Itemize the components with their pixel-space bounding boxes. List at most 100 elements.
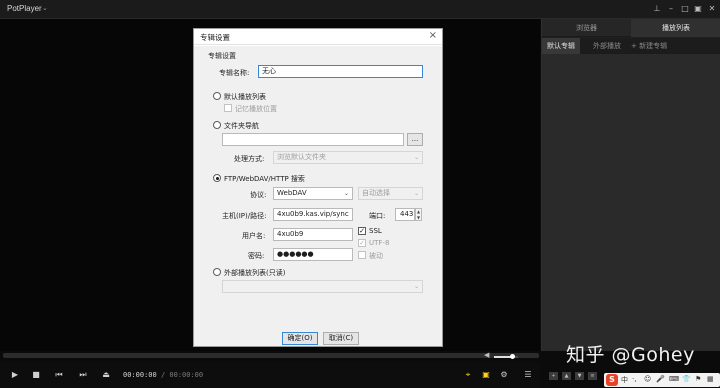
chevron-down-icon: ⌄ [413, 190, 419, 197]
encoding-select[interactable]: 自动选择 ⌄ [358, 187, 423, 200]
restore-icon[interactable]: □ [679, 3, 691, 15]
ime-language[interactable]: 中 [621, 375, 628, 385]
ime-grid-icon[interactable]: ▦ [707, 375, 714, 383]
protocol-label: 协议: [250, 191, 267, 199]
pin-icon[interactable]: ⊥ [651, 3, 663, 15]
minimize-icon[interactable]: – [665, 3, 677, 15]
album-settings-dialog: 专辑设置 × 专辑设置 专辑名称: 无心 默认播放列表 记忆播放位置 文件夹导航… [193, 28, 443, 347]
time-current: 00:00:00 [123, 371, 157, 379]
port-spinner[interactable]: ▲ ▼ [415, 208, 422, 221]
external-list-radio[interactable] [213, 268, 221, 276]
protocol-select-value: WebDAV [277, 189, 307, 197]
control-bar: ▶ ■ ⏮ ⏭ ⏏ 00:00:00 / 00:00:00 ⌖ ▣ ⚙ ☰ [0, 362, 540, 388]
folder-nav-radio[interactable] [213, 121, 221, 129]
tab-playlist[interactable]: 播放列表 [631, 19, 720, 37]
playlist-up-icon[interactable]: ▲ [562, 372, 571, 380]
title-bar: PotPlayer ⌄ ⊥ – □ ▣ ✕ [0, 0, 720, 19]
settings-gear-icon[interactable]: ⚙ [499, 370, 509, 380]
passive-checkbox[interactable] [358, 251, 366, 259]
chevron-down-icon: ⌄ [343, 190, 349, 197]
default-list-radio[interactable] [213, 92, 221, 100]
cancel-button[interactable]: 取消(C) [323, 332, 359, 345]
dialog-title-bar: 专辑设置 × [194, 29, 442, 45]
album-tab-external[interactable]: 外部播放 [588, 38, 626, 54]
ime-skin-icon[interactable]: 👕 [682, 375, 691, 383]
close-icon[interactable]: ✕ [706, 3, 718, 15]
port-input[interactable]: 443 [395, 208, 415, 221]
folder-path-input[interactable] [222, 133, 404, 146]
password-label: 密码: [248, 252, 265, 260]
chevron-down-icon: ⌄ [413, 154, 419, 161]
seek-bar[interactable] [3, 353, 539, 358]
ime-toolbar: S 中 ·, ☺ 🎤 ⌨ 👕 ⚑ ▦ [604, 373, 720, 387]
password-input[interactable]: ●●●●●● [273, 248, 353, 261]
album-tab-default[interactable]: 默认专辑 [542, 38, 580, 54]
new-album-button[interactable]: + 新建专辑 [626, 38, 672, 54]
volume-knob[interactable] [509, 354, 515, 359]
folder-nav-label: 文件夹导航 [224, 122, 259, 130]
ssl-checkbox[interactable]: ✓ [358, 227, 366, 235]
subtitle-toggle-icon[interactable]: ▣ [481, 370, 491, 380]
utf8-label: UTF-8 [369, 239, 390, 247]
volume-icon[interactable]: ◀ [484, 351, 489, 359]
fullscreen-icon[interactable]: ▣ [692, 3, 704, 15]
capture-icon[interactable]: ⌖ [463, 370, 473, 380]
external-list-select[interactable]: ⌄ [222, 280, 423, 293]
process-select-value: 浏览默认文件夹 [277, 153, 326, 161]
ime-punctuation-icon[interactable]: ·, [632, 375, 636, 383]
passive-label: 被动 [369, 252, 383, 260]
next-icon[interactable]: ⏭ [78, 370, 88, 380]
album-tabs: 默认专辑 外部播放 + 新建专辑 [542, 38, 720, 54]
playlist-panel: 浏览器 播放列表 默认专辑 外部播放 + 新建专辑 [541, 19, 720, 351]
ime-voice-icon[interactable]: 🎤 [656, 375, 665, 383]
time-separator: / [160, 371, 166, 379]
external-list-label: 外部播放列表(只读) [224, 269, 286, 277]
process-label: 处理方式: [234, 155, 265, 163]
tab-browser[interactable]: 浏览器 [542, 19, 631, 37]
utf8-checkbox[interactable]: ✓ [358, 239, 366, 247]
user-label: 用户名: [242, 232, 266, 240]
playlist-area[interactable] [542, 54, 720, 351]
ime-emoji-icon[interactable]: ☺ [644, 375, 651, 383]
port-label: 端口: [369, 212, 386, 220]
menu-icon[interactable]: ☰ [523, 370, 533, 380]
spin-down-icon[interactable]: ▼ [416, 215, 421, 221]
album-name-label: 专辑名称: [219, 69, 250, 77]
dialog-close-icon[interactable]: × [429, 30, 437, 41]
host-label: 主机(IP)/路径: [222, 212, 267, 220]
play-icon[interactable]: ▶ [10, 370, 20, 380]
ime-logo[interactable]: S [606, 374, 618, 386]
section-label: 专辑设置 [208, 52, 236, 60]
ime-keyboard-icon[interactable]: ⌨ [669, 375, 679, 383]
remember-pos-checkbox[interactable] [224, 104, 232, 112]
previous-icon[interactable]: ⏮ [54, 370, 64, 380]
volume-slider[interactable] [494, 354, 518, 359]
time-total: 00:00:00 [169, 371, 204, 379]
panel-tabs: 浏览器 播放列表 [542, 19, 720, 37]
eject-icon[interactable]: ⏏ [101, 370, 111, 380]
host-input[interactable]: 4xu0b9.kas.vip/sync [273, 208, 353, 221]
ftp-label: FTP/WebDAV/HTTP 搜索 [224, 175, 305, 183]
user-input[interactable]: 4xu0b9 [273, 228, 353, 241]
ftp-radio[interactable] [213, 174, 221, 182]
ssl-label: SSL [369, 227, 382, 235]
playlist-add-icon[interactable]: + [549, 372, 558, 380]
browse-button[interactable]: ... [407, 133, 423, 146]
app-menu-chevron-icon[interactable]: ⌄ [42, 4, 48, 12]
protocol-select[interactable]: WebDAV ⌄ [273, 187, 353, 200]
ime-flag-icon[interactable]: ⚑ [695, 375, 701, 383]
dialog-body: 专辑设置 专辑名称: 无心 默认播放列表 记忆播放位置 文件夹导航 ... 处理… [194, 46, 442, 346]
chevron-down-icon: ⌄ [413, 283, 419, 290]
ok-button[interactable]: 确定(O) [282, 332, 318, 345]
album-name-input[interactable]: 无心 [258, 65, 423, 78]
remember-pos-label: 记忆播放位置 [235, 105, 277, 113]
dialog-title: 专辑设置 [200, 33, 230, 42]
process-select[interactable]: 浏览默认文件夹 ⌄ [273, 151, 423, 164]
playlist-down-icon[interactable]: ▼ [575, 372, 584, 380]
app-title[interactable]: PotPlayer [7, 4, 42, 13]
stop-icon[interactable]: ■ [31, 370, 41, 380]
encoding-select-value: 自动选择 [362, 189, 390, 197]
default-list-label: 默认播放列表 [224, 93, 266, 101]
playlist-sort-icon[interactable]: ≡ [588, 372, 597, 380]
watermark: 知乎 @Gohey [566, 344, 695, 366]
